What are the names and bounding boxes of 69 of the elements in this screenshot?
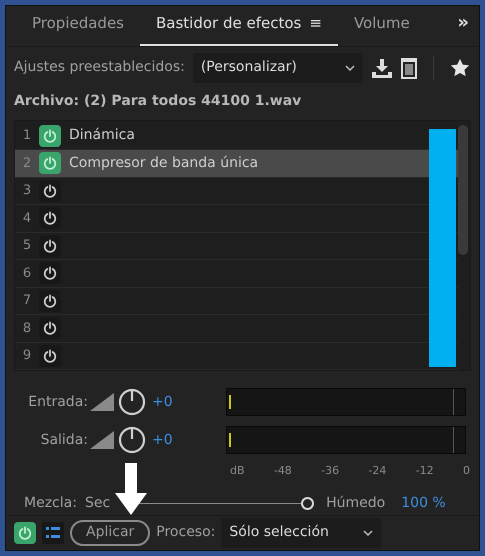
star-icon[interactable] [450,58,470,78]
list-icon[interactable] [42,522,64,544]
power-toggle[interactable] [39,290,61,312]
knob-icon[interactable] [118,426,146,454]
slot-number: 5 [22,237,32,256]
gain-value[interactable]: +0 [152,430,192,451]
power-toggle[interactable] [39,180,61,202]
power-toggle[interactable] [39,234,61,257]
scale-label: 0 [462,463,470,480]
scale-label: -48 [274,463,292,480]
power-toggle[interactable] [39,152,61,174]
gain-value[interactable]: +0 [152,392,192,413]
apply-button[interactable]: Aplicar [70,520,150,546]
file-name: Archivo: (2) Para todos 44100 1.wav [13,92,302,111]
power-icon [43,128,57,143]
down-arrow [115,463,147,515]
menu-icon[interactable]: ≡ [309,12,322,35]
slot-number: 3 [22,182,32,200]
power-toggle[interactable] [39,344,61,367]
dry-label: Sec [84,494,110,513]
slot-number: 1 [22,127,32,146]
chevron-down-icon [344,64,355,71]
knob-icon[interactable] [118,388,146,416]
mix-value[interactable]: 100 % [401,492,446,514]
scale-label: dB [230,463,245,480]
slot-number: 8 [22,320,32,338]
effect-slot[interactable]: 2 Compresor de banda única [15,150,458,178]
gain-label: Entrada: [28,392,88,412]
effect-name: Dinámica [69,126,135,146]
power-toggle[interactable] [39,262,61,284]
presets-label: Ajustes preestablecidos: [14,58,185,78]
slot-number: 9 [22,347,32,366]
download-icon[interactable] [370,58,393,78]
overflow-button[interactable]: » [457,8,469,36]
power-icon [43,156,57,170]
power-toggle[interactable] [39,317,61,340]
power-toggle[interactable] [39,207,61,230]
chevron-down-icon [363,530,374,536]
scrollbar-thumb[interactable] [458,124,468,255]
panel-tab[interactable]: Volume [338,6,426,46]
power-toggle[interactable] [39,124,61,147]
power-icon [43,294,57,308]
scale-label: -36 [321,463,340,480]
volume-ramp-icon [90,393,114,412]
power-icon [43,266,57,280]
slot-number: 7 [22,292,32,310]
slot-number: 4 [22,210,32,228]
power-icon [18,526,32,540]
effect-name: Compresor de banda única [69,154,258,173]
trash-icon[interactable] [400,56,417,79]
power-toggle[interactable] [14,522,36,544]
scale-label: -12 [416,463,434,480]
wet-label: Húmedo [326,494,386,513]
power-icon [43,238,57,253]
scale-label: -24 [368,463,386,480]
mix-label: Mezcla: [24,494,77,513]
process-label: Proceso: [156,523,216,542]
process-dropdown[interactable]: Sólo selección [221,518,382,548]
slot-number: 6 [22,264,32,283]
presets-dropdown[interactable]: (Personalizar) [192,52,363,83]
power-icon [43,211,57,226]
panel-tab[interactable]: Propiedades [16,6,140,46]
power-icon [43,321,57,336]
panel-tab[interactable]: Bastidor de efectos ≡ [140,6,338,46]
gain-label: Salida: [40,430,88,450]
volume-ramp-icon [90,431,114,450]
power-icon [43,348,57,363]
slot-number: 2 [22,154,32,173]
power-icon [43,184,57,198]
